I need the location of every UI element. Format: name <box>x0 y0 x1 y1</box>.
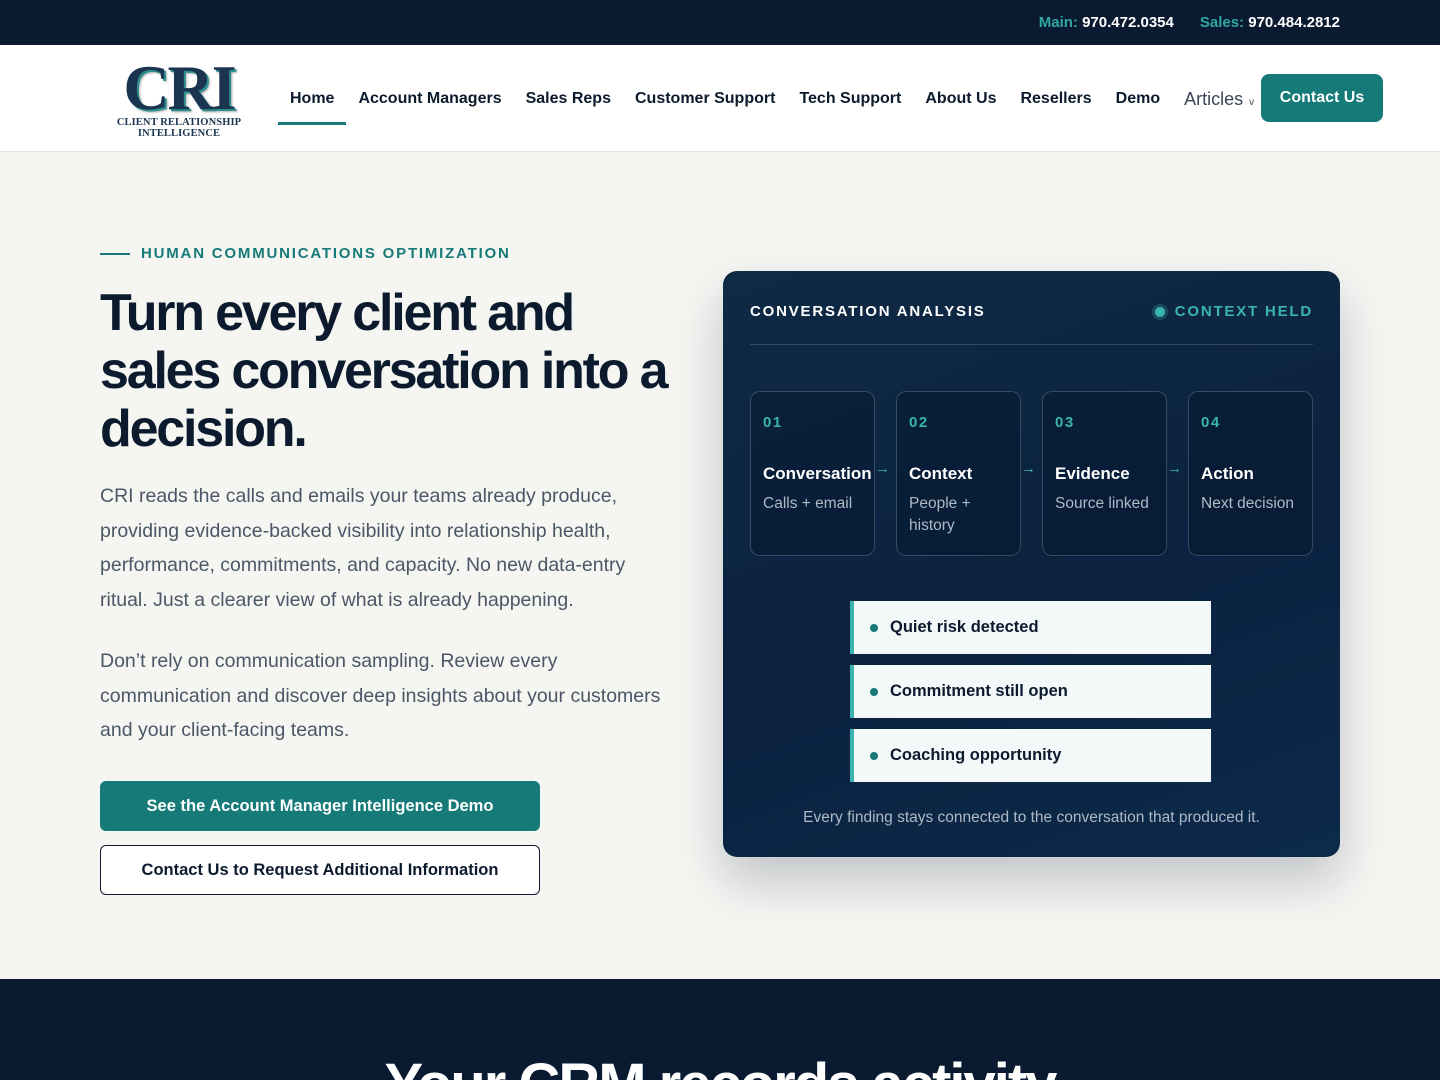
arrow-right-icon: → <box>875 460 890 477</box>
finding-text: Coaching opportunity <box>890 746 1062 764</box>
step-number: 02 <box>909 414 929 431</box>
main-phone-label: Main: <box>1038 14 1078 31</box>
step-description: Next decision <box>1201 495 1295 512</box>
site-header: CRI CLIENT RELATIONSHIP INTELLIGENCE Hom… <box>0 45 1440 152</box>
main-nav: Home Account Managers Sales Reps Custome… <box>278 45 1266 152</box>
step-name: Conversation <box>763 464 872 483</box>
nav-item-sales-reps[interactable]: Sales Reps <box>514 75 623 123</box>
crm-section-title: Your CRM records activity <box>0 1051 1440 1080</box>
top-contact-bar: Main: 970.472.0354 Sales: 970.484.2812 <box>0 0 1440 45</box>
nav-item-about-us[interactable]: About Us <box>913 75 1008 123</box>
hero-eyebrow: HUMAN COMMUNICATIONS OPTIMIZATION <box>100 245 511 262</box>
sales-phone-label: Sales: <box>1199 14 1245 31</box>
nav-item-articles[interactable]: Articles v <box>1172 75 1266 123</box>
step-number: 04 <box>1201 414 1221 431</box>
step-name: Evidence <box>1055 464 1130 483</box>
finding-item: Quiet risk detected <box>850 601 1211 654</box>
finding-item: Commitment still open <box>850 665 1211 718</box>
sales-phone-number[interactable]: 970.484.2812 <box>1248 14 1340 31</box>
nav-item-account-managers[interactable]: Account Managers <box>346 75 513 123</box>
finding-item: Coaching opportunity <box>850 729 1211 782</box>
bullet-dot-icon <box>870 751 878 760</box>
logo-subtitle-line1: CLIENT RELATIONSHIP <box>116 117 242 128</box>
main-phone[interactable]: Main: 970.472.0354 <box>1039 14 1174 31</box>
step-card: 01 Conversation Calls + email → <box>750 391 890 556</box>
step-description: Source linked <box>1055 495 1149 512</box>
crm-section: Your CRM records activity <box>0 979 1440 1080</box>
contact-us-button[interactable]: Contact Us <box>1261 74 1383 122</box>
step-name: Context <box>909 464 973 483</box>
demo-button[interactable]: See the Account Manager Intelligence Dem… <box>100 781 540 831</box>
arrow-right-icon: → <box>1167 460 1182 477</box>
finding-text: Quiet risk detected <box>890 618 1039 636</box>
eyebrow-rule <box>100 252 130 255</box>
logo-subtitle-line2: INTELLIGENCE <box>137 128 221 139</box>
arrow-right-icon: → <box>1021 460 1036 477</box>
main-phone-number[interactable]: 970.472.0354 <box>1082 14 1174 31</box>
step-number: 01 <box>763 414 783 431</box>
nav-item-resellers[interactable]: Resellers <box>1008 75 1103 123</box>
context-status-text: CONTEXT HELD <box>1174 303 1313 320</box>
context-status: CONTEXT HELD <box>1154 303 1313 320</box>
hero-title: Turn every client and sales conversation… <box>100 284 669 458</box>
nav-item-tech-support[interactable]: Tech Support <box>787 75 913 123</box>
findings-list: Quiet risk detected Commitment still ope… <box>850 601 1211 793</box>
request-info-button[interactable]: Contact Us to Request Additional Informa… <box>100 845 540 895</box>
nav-item-articles-label: Articles <box>1184 88 1244 109</box>
hero-eyebrow-text: HUMAN COMMUNICATIONS OPTIMIZATION <box>141 245 511 262</box>
step-name: Action <box>1201 464 1254 483</box>
finding-text: Commitment still open <box>890 682 1068 700</box>
step-description: Calls + email <box>763 495 853 512</box>
bullet-dot-icon <box>870 687 878 696</box>
status-dot-icon <box>1154 306 1165 317</box>
hero-paragraph-2: Don’t rely on communication sampling. Re… <box>100 650 661 741</box>
card-footnote: Every finding stays connected to the con… <box>803 809 1260 826</box>
bullet-dot-icon <box>870 623 878 632</box>
nav-item-demo[interactable]: Demo <box>1104 75 1172 123</box>
conversation-analysis-card: CONVERSATION ANALYSIS CONTEXT HELD 01 Co… <box>723 271 1340 857</box>
sales-phone[interactable]: Sales: 970.484.2812 <box>1200 14 1340 31</box>
nav-item-customer-support[interactable]: Customer Support <box>623 75 787 123</box>
cri-logo[interactable]: CRI CLIENT RELATIONSHIP INTELLIGENCE <box>114 52 244 140</box>
hero-paragraph-1: CRI reads the calls and emails your team… <box>100 485 626 611</box>
card-title: CONVERSATION ANALYSIS <box>750 303 986 320</box>
step-number: 03 <box>1055 414 1075 431</box>
step-card: 02 Context People + history → <box>896 391 1036 556</box>
chevron-down-icon: v <box>1249 96 1255 108</box>
step-description: People + history <box>909 495 971 534</box>
step-card: 04 Action Next decision <box>1188 391 1313 556</box>
process-steps: 01 Conversation Calls + email → 02 Conte… <box>750 391 1313 556</box>
card-divider <box>750 344 1313 345</box>
step-card: 03 Evidence Source linked → <box>1042 391 1182 556</box>
nav-item-home[interactable]: Home <box>278 75 347 125</box>
logo-mark: CRI <box>123 52 236 123</box>
